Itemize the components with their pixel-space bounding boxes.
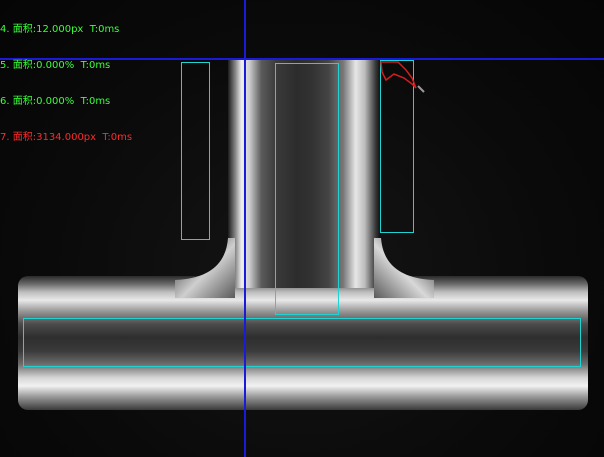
- inspection-view: 4. 面积:12.000px T:0ms 5. 面积:0.000% T:0ms …: [0, 0, 604, 457]
- defect-outline: [380, 61, 425, 93]
- result-line-4: 4. 面积:12.000px T:0ms: [0, 24, 120, 35]
- right-fillet: [374, 238, 434, 298]
- result-line-5: 5. 面积:0.000% T:0ms: [0, 60, 111, 71]
- result-line-7: 7. 面积:3134.000px T:0ms: [0, 132, 133, 143]
- result-line-6: 6. 面积:0.000% T:0ms: [0, 96, 111, 107]
- crosshair-vertical: [244, 0, 246, 457]
- roi-box-horizontal[interactable]: [23, 318, 581, 367]
- roi-box-center[interactable]: [275, 63, 339, 315]
- left-fillet: [175, 238, 235, 298]
- roi-box-left[interactable]: [181, 62, 210, 240]
- result-overlay: 4. 面积:12.000px T:0ms 5. 面积:0.000% T:0ms …: [0, 0, 132, 168]
